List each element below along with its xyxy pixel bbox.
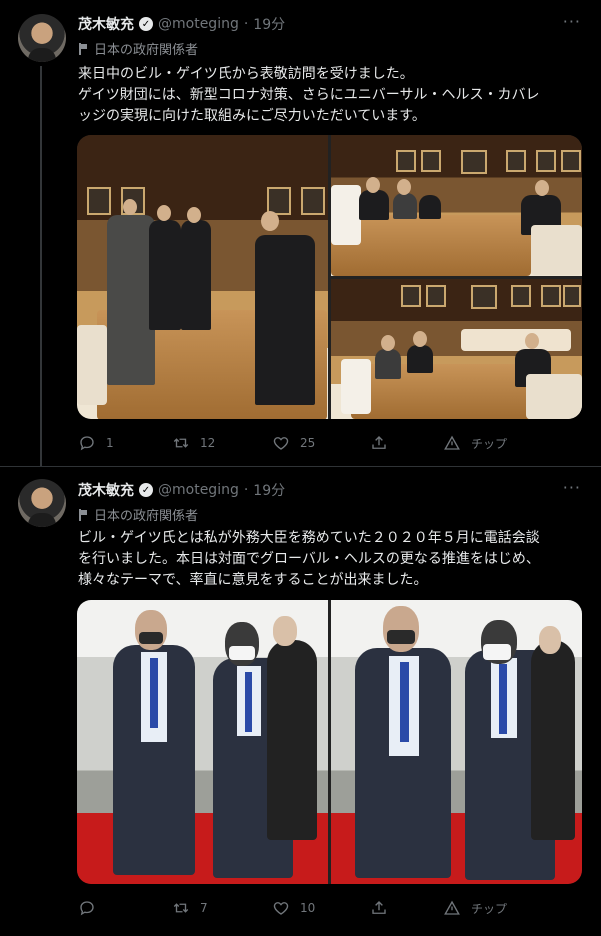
flag-icon xyxy=(78,508,88,521)
more-options-icon[interactable]: ··· xyxy=(563,12,581,31)
tip-button[interactable]: チップ xyxy=(443,899,507,917)
photo-meeting-1[interactable] xyxy=(331,135,582,276)
reply-count: 1 xyxy=(106,436,114,450)
label-text: 日本の政府関係者 xyxy=(94,509,199,524)
timestamp[interactable]: 19分 xyxy=(253,480,285,500)
heart-icon xyxy=(273,437,289,450)
flag-icon xyxy=(78,42,88,55)
author-handle[interactable]: @moteging xyxy=(158,482,239,498)
tweet-text-line: を行いました。本日は対面でグローバル・ヘルスの更なる推進をはじめ、 xyxy=(78,551,540,567)
tweet[interactable]: 茂木敏充 ✓ @moteging · 19分 ··· 日本の政府関係者 ビル・ゲ… xyxy=(0,467,601,936)
retweet-icon xyxy=(173,438,189,448)
retweet-button[interactable]: 7 xyxy=(172,899,208,917)
share-icon xyxy=(372,901,386,914)
tweet-text-line: 来日中のビル・ゲイツ氏から表敬訪問を受けました。 xyxy=(78,66,414,82)
tweet-actions: 7 10 チップ xyxy=(78,899,558,919)
separator: · xyxy=(243,16,249,32)
reply-icon xyxy=(80,436,94,451)
separator: · xyxy=(243,482,249,498)
tip-button[interactable]: チップ xyxy=(443,434,507,452)
like-count: 10 xyxy=(300,901,316,915)
author-handle[interactable]: @moteging xyxy=(158,16,239,32)
tweet-text: ビル・ゲイツ氏とは私が外務大臣を務めていた２０２０年５月に電話会談 を行いました… xyxy=(78,528,588,591)
government-label: 日本の政府関係者 xyxy=(78,39,198,58)
tweet-text: 来日中のビル・ゲイツ氏から表敬訪問を受けました。 ゲイツ財団には、新型コロナ対策… xyxy=(78,64,588,127)
share-button[interactable] xyxy=(370,434,388,452)
more-options-icon[interactable]: ··· xyxy=(563,478,581,497)
retweet-count: 12 xyxy=(200,436,216,450)
photo-handshake[interactable] xyxy=(77,135,328,419)
tip-icon xyxy=(444,900,460,915)
government-label: 日本の政府関係者 xyxy=(78,505,198,524)
like-button[interactable]: 10 xyxy=(272,899,315,917)
tip-icon xyxy=(444,435,460,450)
retweet-count: 7 xyxy=(200,901,208,915)
tweet-text-line: ゲイツ財団には、新型コロナ対策、さらにユニバーサル・ヘルス・カバレ xyxy=(78,87,540,103)
tweet-text-line: 様々なテーマで、率直に意見をすることが出来ました。 xyxy=(78,572,428,588)
reply-button[interactable] xyxy=(78,899,106,917)
retweet-button[interactable]: 12 xyxy=(172,434,215,452)
retweet-icon xyxy=(173,903,189,913)
heart-icon xyxy=(273,902,289,915)
photo-walking-2[interactable] xyxy=(331,600,582,884)
avatar[interactable] xyxy=(18,479,66,527)
tip-label: チップ xyxy=(471,436,508,451)
reply-button[interactable]: 1 xyxy=(78,434,114,452)
share-button[interactable] xyxy=(370,899,388,917)
like-button[interactable]: 25 xyxy=(272,434,315,452)
tweet-header: 茂木敏充 ✓ @moteging · 19分 xyxy=(78,480,285,500)
author-name[interactable]: 茂木敏充 xyxy=(78,14,134,34)
photo-meeting-2[interactable] xyxy=(331,279,582,419)
reply-icon xyxy=(80,901,94,916)
label-text: 日本の政府関係者 xyxy=(94,43,199,58)
tip-label: チップ xyxy=(471,901,508,916)
tweet-text-line: ビル・ゲイツ氏とは私が外務大臣を務めていた２０２０年５月に電話会談 xyxy=(78,530,540,546)
author-name[interactable]: 茂木敏充 xyxy=(78,480,134,500)
verified-badge-icon: ✓ xyxy=(139,17,153,31)
photo-walking-1[interactable] xyxy=(77,600,328,884)
tweet-text-line: ッジの実現に向けた取組みにご尽力いただいています。 xyxy=(78,108,426,124)
share-icon xyxy=(372,436,386,449)
tweet[interactable]: 茂木敏充 ✓ @moteging · 19分 ··· 日本の政府関係者 来日中の… xyxy=(0,0,601,467)
tweet-actions: 1 12 25 チップ xyxy=(78,434,558,454)
tweet-header: 茂木敏充 ✓ @moteging · 19分 xyxy=(78,14,285,34)
avatar[interactable] xyxy=(18,14,66,62)
photo-grid xyxy=(77,600,582,884)
timestamp[interactable]: 19分 xyxy=(253,14,285,34)
thread-line xyxy=(40,66,42,466)
like-count: 25 xyxy=(300,436,316,450)
photo-grid xyxy=(77,135,582,419)
verified-badge-icon: ✓ xyxy=(139,483,153,497)
